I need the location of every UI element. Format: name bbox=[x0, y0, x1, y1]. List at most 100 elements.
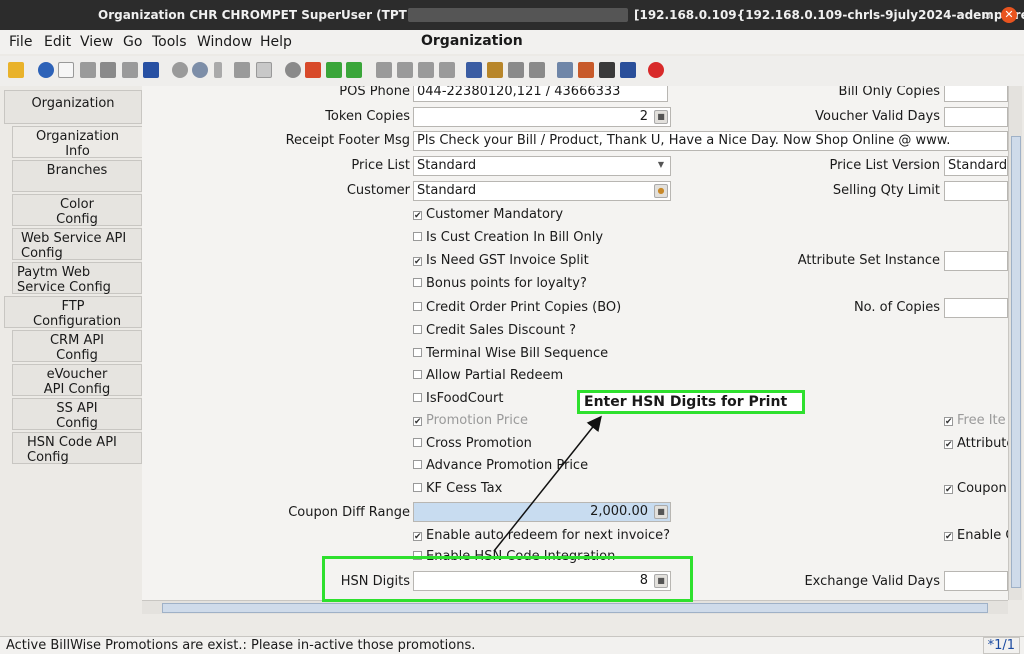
enable-c-checkbox[interactable]: ✔ Enable C bbox=[944, 528, 1008, 543]
product-info-icon[interactable] bbox=[620, 62, 636, 78]
free-item-checkbox[interactable]: ✔ Free Ite bbox=[944, 413, 1006, 428]
cust-creation-bill-only-checkbox[interactable]: Is Cust Creation In Bill Only bbox=[413, 230, 603, 245]
active-workflows-icon[interactable] bbox=[578, 62, 594, 78]
toolbar bbox=[0, 56, 1024, 86]
checkbox-mark bbox=[413, 483, 422, 492]
menu-window[interactable]: Window bbox=[197, 34, 252, 50]
find-icon[interactable] bbox=[192, 62, 208, 78]
checkbox-mark: ✔ bbox=[944, 440, 953, 450]
calculator-icon[interactable]: ■ bbox=[654, 110, 668, 124]
scroll-thumb[interactable] bbox=[162, 603, 988, 613]
minimize-icon[interactable]: – bbox=[956, 9, 968, 21]
detail-record-icon[interactable] bbox=[346, 62, 362, 78]
pos-phone-field[interactable]: 044-22380120,121 / 43666333 bbox=[413, 86, 668, 102]
receipt-footer-field[interactable]: Pls Check your Bill / Product, Thank U, … bbox=[413, 131, 1008, 151]
terminal-wise-bill-sequence-checkbox[interactable]: Terminal Wise Bill Sequence bbox=[413, 346, 608, 361]
exit-icon[interactable] bbox=[648, 62, 664, 78]
attachment-icon[interactable] bbox=[214, 62, 222, 78]
promotion-price-checkbox[interactable]: ✔ Promotion Price bbox=[413, 413, 528, 428]
grid-toggle-icon[interactable] bbox=[256, 62, 272, 78]
last-record-icon[interactable] bbox=[439, 62, 455, 78]
archive-icon[interactable] bbox=[487, 62, 503, 78]
coupon-checkbox[interactable]: ✔ Coupon bbox=[944, 481, 1007, 496]
copy-record-icon[interactable] bbox=[80, 62, 96, 78]
parent-record-icon[interactable] bbox=[326, 62, 342, 78]
credit-sales-discount-checkbox[interactable]: Credit Sales Discount ? bbox=[413, 323, 576, 338]
coupon-diff-range-value: 2,000.00 bbox=[590, 504, 648, 519]
menu-file[interactable]: File bbox=[9, 34, 32, 50]
delete-icon[interactable] bbox=[100, 62, 116, 78]
voucher-valid-days-label: Voucher Valid Days bbox=[815, 109, 940, 124]
chevron-down-icon[interactable]: ▼ bbox=[654, 159, 668, 173]
enable-auto-redeem-checkbox[interactable]: ✔ Enable auto redeem for next invoice? bbox=[413, 528, 670, 543]
tab-web-service-api-config[interactable]: Web Service API Config bbox=[12, 228, 142, 261]
no-of-copies-field[interactable] bbox=[944, 298, 1008, 318]
voucher-valid-days-field[interactable] bbox=[944, 107, 1008, 127]
price-list-version-field[interactable]: Standard bbox=[944, 156, 1008, 176]
save-icon[interactable] bbox=[143, 62, 159, 78]
menu-edit[interactable]: Edit bbox=[44, 34, 71, 50]
kf-cess-tax-checkbox[interactable]: KF Cess Tax bbox=[413, 481, 502, 496]
new-record-icon[interactable] bbox=[58, 62, 74, 78]
tab-evoucher-api-config[interactable]: eVoucher API Config bbox=[12, 364, 142, 397]
tab-ss-api-config[interactable]: SS API Config bbox=[12, 398, 142, 431]
is-food-court-checkbox[interactable]: IsFoodCourt bbox=[413, 391, 504, 406]
undo-icon[interactable] bbox=[8, 62, 24, 78]
checkbox-mark: ✔ bbox=[413, 257, 422, 267]
scroll-thumb[interactable] bbox=[1011, 136, 1021, 588]
cross-promotion-checkbox[interactable]: Cross Promotion bbox=[413, 436, 532, 451]
bonus-points-checkbox[interactable]: Bonus points for loyalty? bbox=[413, 276, 587, 291]
close-icon[interactable]: ✕ bbox=[1001, 7, 1017, 23]
bill-only-copies-field[interactable] bbox=[944, 86, 1008, 102]
menu-go[interactable]: Go bbox=[123, 34, 142, 50]
search-icon[interactable]: ● bbox=[654, 184, 668, 198]
request-icon[interactable] bbox=[599, 62, 615, 78]
tab-crm-api-config[interactable]: CRM API Config bbox=[12, 330, 142, 363]
customer-field[interactable]: Standard ● bbox=[413, 181, 671, 201]
advance-promotion-price-checkbox[interactable]: Advance Promotion Price bbox=[413, 458, 588, 473]
gst-invoice-split-checkbox[interactable]: ✔ Is Need GST Invoice Split bbox=[413, 253, 589, 268]
form-panel: POS Phone 044-22380120,121 / 43666333 Bi… bbox=[142, 86, 1008, 600]
print-icon[interactable] bbox=[508, 62, 524, 78]
tab-ftp-configuration[interactable]: FTP Configuration bbox=[4, 296, 142, 329]
checkbox-label: Credit Order Print Copies (BO) bbox=[426, 300, 622, 315]
checkbox-mark: ✔ bbox=[413, 417, 422, 427]
delete-selection-icon[interactable] bbox=[122, 62, 138, 78]
tab-organization-info[interactable]: Organization Info bbox=[12, 126, 142, 159]
coupon-diff-range-field[interactable]: 2,000.00 ■ bbox=[413, 502, 671, 522]
selling-qty-limit-field[interactable] bbox=[944, 181, 1008, 201]
next-record-icon[interactable] bbox=[418, 62, 434, 78]
tab-hsn-code-api-config[interactable]: HSN Code API Config bbox=[12, 432, 142, 465]
tab-organization[interactable]: Organization bbox=[4, 90, 142, 124]
price-list-select[interactable]: Standard ▼ bbox=[413, 156, 671, 176]
record-indicator[interactable]: *1/1 bbox=[982, 637, 1020, 654]
first-record-icon[interactable] bbox=[376, 62, 392, 78]
tab-color-config[interactable]: Color Config bbox=[12, 194, 142, 227]
credit-order-print-copies-checkbox[interactable]: Credit Order Print Copies (BO) bbox=[413, 300, 621, 315]
history-icon[interactable] bbox=[285, 62, 301, 78]
report-icon[interactable] bbox=[466, 62, 482, 78]
calculator-icon[interactable]: ■ bbox=[654, 505, 668, 519]
tab-branches[interactable]: Branches bbox=[12, 160, 142, 192]
token-copies-field[interactable]: 2 ■ bbox=[413, 107, 671, 127]
home-icon[interactable] bbox=[305, 62, 321, 78]
help-icon[interactable] bbox=[38, 62, 54, 78]
attribute-checkbox[interactable]: ✔ Attribute bbox=[944, 436, 1008, 451]
print-preview-icon[interactable] bbox=[529, 62, 545, 78]
menu-help[interactable]: Help bbox=[260, 34, 292, 50]
customer-mandatory-checkbox[interactable]: ✔ Customer Mandatory bbox=[413, 207, 563, 222]
exchange-valid-days-field[interactable] bbox=[944, 571, 1008, 591]
refresh-icon[interactable] bbox=[172, 62, 188, 78]
attribute-set-instance-field[interactable] bbox=[944, 251, 1008, 271]
restore-icon[interactable]: ▫ bbox=[981, 9, 993, 21]
menu-view[interactable]: View bbox=[80, 34, 113, 50]
tab-paytm-web-service-config[interactable]: Paytm Web Service Config bbox=[12, 262, 142, 295]
zoom-across-icon[interactable] bbox=[557, 62, 573, 78]
horizontal-scrollbar[interactable] bbox=[142, 600, 1008, 614]
vertical-scrollbar[interactable] bbox=[1008, 86, 1022, 600]
allow-partial-redeem-checkbox[interactable]: Allow Partial Redeem bbox=[413, 368, 563, 383]
checkbox-mark bbox=[413, 460, 422, 469]
menu-tools[interactable]: Tools bbox=[152, 34, 187, 50]
previous-record-icon[interactable] bbox=[397, 62, 413, 78]
chat-icon[interactable] bbox=[234, 62, 250, 78]
